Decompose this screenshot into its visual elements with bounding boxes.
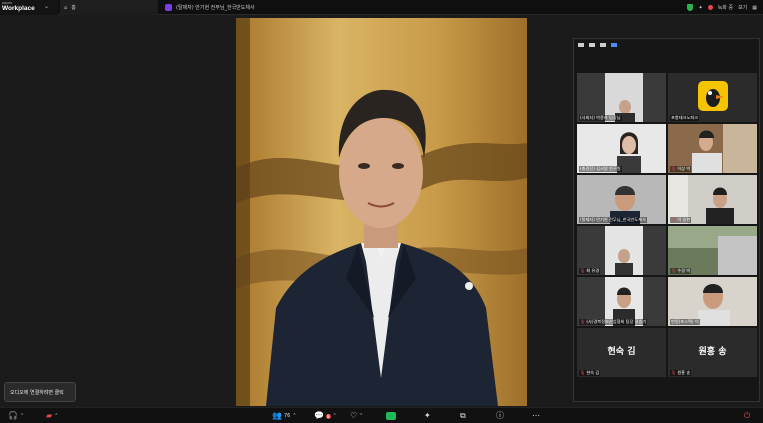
home-icon: ⌂ xyxy=(64,4,68,11)
participant-name: 🎙 이상 박 xyxy=(670,166,692,172)
tab-home-label: 홈 xyxy=(71,5,76,11)
participant-display-name: 현숙 김 xyxy=(607,347,636,357)
tab-home[interactable]: ⌂ 홈 xyxy=(60,0,158,15)
speaker-view-icon[interactable] xyxy=(589,43,595,47)
chat-icon: 💬 xyxy=(314,411,324,420)
participant-name: 변원(포스텍) 이 xyxy=(670,319,700,325)
participant-display-name: 원홍 송 xyxy=(698,347,727,357)
participant-tile[interactable]: 🎙 최 유경 xyxy=(577,226,666,275)
chevron-up-icon[interactable]: ⌃ xyxy=(333,413,337,419)
participant-tile[interactable]: (탈제자) 안기현 전무님_한국반도체사 xyxy=(577,175,666,224)
ai-companion-button[interactable]: ✦ xyxy=(424,410,431,422)
zoom-workplace-menu[interactable]: zoom Workplace ⌄ xyxy=(0,0,58,15)
mic-muted-icon: 🎙 xyxy=(580,268,586,273)
participant-tile[interactable]: 🎙 수경 박 xyxy=(668,226,757,275)
chevron-up-icon[interactable]: ⌃ xyxy=(54,413,58,419)
share-screen-icon xyxy=(386,412,396,420)
participant-name: (총경진) 김서영 연구원 xyxy=(579,166,622,172)
mic-muted-icon: 🎙 xyxy=(671,166,677,171)
chat-button[interactable]: 💬 8 ⌃ xyxy=(314,410,337,422)
tab-meeting[interactable]: (탈제자) 안기현 전무님_한국반도체사 xyxy=(165,0,685,15)
chevron-down-icon: ⌄ xyxy=(44,3,50,10)
audio-button[interactable]: 🎧 ⌃ xyxy=(8,410,24,422)
headphones-icon: 🎧 xyxy=(8,411,18,420)
title-bar: zoom Workplace ⌄ ⌂ 홈 (탈제자) 안기현 전무님_한국반도체… xyxy=(0,0,763,15)
participant-name: (탈제자) 안기현 전무님_한국반도체사 xyxy=(579,217,647,223)
meeting-icon xyxy=(165,4,172,11)
more-button[interactable]: ⋯ xyxy=(532,410,540,422)
participant-tile[interactable]: (사회자) 박종하 팀장님 xyxy=(577,73,666,122)
participant-tile[interactable]: 원홍 송 🎙 원홍 송 xyxy=(668,328,757,377)
mic-muted-icon: 🎙 xyxy=(580,370,586,375)
video-button[interactable]: ▰ ⌃ xyxy=(46,410,58,422)
chat-badge: 8 xyxy=(325,413,331,419)
brand-title: Workplace xyxy=(2,5,35,12)
strip-view-icon[interactable] xyxy=(600,43,606,47)
share-screen-button[interactable] xyxy=(386,410,396,422)
sparkle-icon[interactable]: ✦ xyxy=(698,5,702,11)
participant-tile[interactable]: 변원(포스텍) 이 xyxy=(668,277,757,326)
active-speaker-video[interactable] xyxy=(236,18,527,406)
view-button[interactable]: 보기 xyxy=(738,4,747,11)
leave-button[interactable]: ⏻ xyxy=(744,410,750,422)
more-icon: ⋯ xyxy=(532,411,540,420)
heart-icon: ♡ xyxy=(350,411,358,420)
apps-button[interactable]: ⧉ xyxy=(460,410,466,422)
participants-button[interactable]: 👥 76 ⌃ xyxy=(272,410,297,422)
mic-muted-icon: 🎙 xyxy=(671,370,677,375)
minimize-icon[interactable] xyxy=(578,43,584,47)
participant-name: 🎙 이 승현 xyxy=(670,217,692,223)
participant-name: (사회자) 박종하 팀장님 xyxy=(579,115,622,121)
participant-name: 포항테크노파크 xyxy=(670,115,699,121)
mic-muted-icon: 🎙 xyxy=(580,319,586,324)
participant-name: 🎙 원홍 송 xyxy=(670,370,692,376)
chevron-up-icon[interactable]: ⌃ xyxy=(292,413,296,419)
leave-icon: ⏻ xyxy=(744,411,751,420)
participant-tile[interactable]: 🎙 이상 박 xyxy=(668,124,757,173)
record-icon xyxy=(707,5,713,10)
participant-name: 🎙 최 유경 xyxy=(579,268,601,274)
info-button[interactable]: ⓘ xyxy=(496,410,504,422)
participant-tile[interactable]: 현숙 김 🎙 현숙 김 xyxy=(577,328,666,377)
apps-icon: ⧉ xyxy=(460,411,466,420)
video-off-icon: ▰ xyxy=(46,411,53,420)
participant-name: 🎙 (사)경북정보산업협회 팀장 정승기 xyxy=(579,319,648,325)
tab-meeting-label: (탈제자) 안기현 전무님_한국반도체사 xyxy=(176,5,255,11)
record-status[interactable]: 녹화 중 xyxy=(718,4,733,11)
participant-name: 🎙 수경 박 xyxy=(670,268,692,274)
chevron-up-icon[interactable]: ⌃ xyxy=(20,413,24,419)
participant-name: 🎙 현숙 김 xyxy=(579,370,601,376)
reactions-button[interactable]: ♡ ⌃ xyxy=(350,410,363,422)
chevron-up-icon[interactable]: ⌃ xyxy=(359,413,363,419)
audio-tooltip: 오디오에 연결하려면 클릭 xyxy=(4,382,76,402)
title-bar-right: ✦ 녹화 중 보기 ▦ xyxy=(687,0,757,15)
mic-muted-icon: 🎙 xyxy=(671,217,677,222)
participants-icon: 👥 xyxy=(272,411,282,420)
gallery-panel: (사회자) 박종하 팀장님 포항테크노파크 (총경진) 김서영 연구원 🎙 이상… xyxy=(573,38,760,402)
participant-tile[interactable]: 🎙 (사)경북정보산업협회 팀장 정승기 xyxy=(577,277,666,326)
speaker-video-image xyxy=(236,18,527,406)
participant-tile[interactable]: (총경진) 김서영 연구원 xyxy=(577,124,666,173)
grid-icon[interactable]: ▦ xyxy=(752,5,757,11)
participant-tile[interactable]: 포항테크노파크 xyxy=(668,73,757,122)
mic-muted-icon: 🎙 xyxy=(671,268,677,273)
participant-tile[interactable]: 🎙 이 승현 xyxy=(668,175,757,224)
participants-count: 76 xyxy=(283,413,291,419)
meeting-controls: 🎧 ⌃ ▰ ⌃ 👥 76 ⌃ 💬 8 ⌃ ♡ ⌃ ✦ ⧉ ⓘ ⋯ ⏻ xyxy=(0,407,763,423)
gallery-view-toolbar xyxy=(578,43,617,47)
sparkle-icon: ✦ xyxy=(424,411,431,420)
gallery-view-icon[interactable] xyxy=(611,43,617,47)
shield-icon[interactable] xyxy=(687,4,694,11)
info-icon: ⓘ xyxy=(496,411,504,420)
zoom-meeting-window: zoom Workplace ⌄ ⌂ 홈 (탈제자) 안기현 전무님_한국반도체… xyxy=(0,0,763,423)
